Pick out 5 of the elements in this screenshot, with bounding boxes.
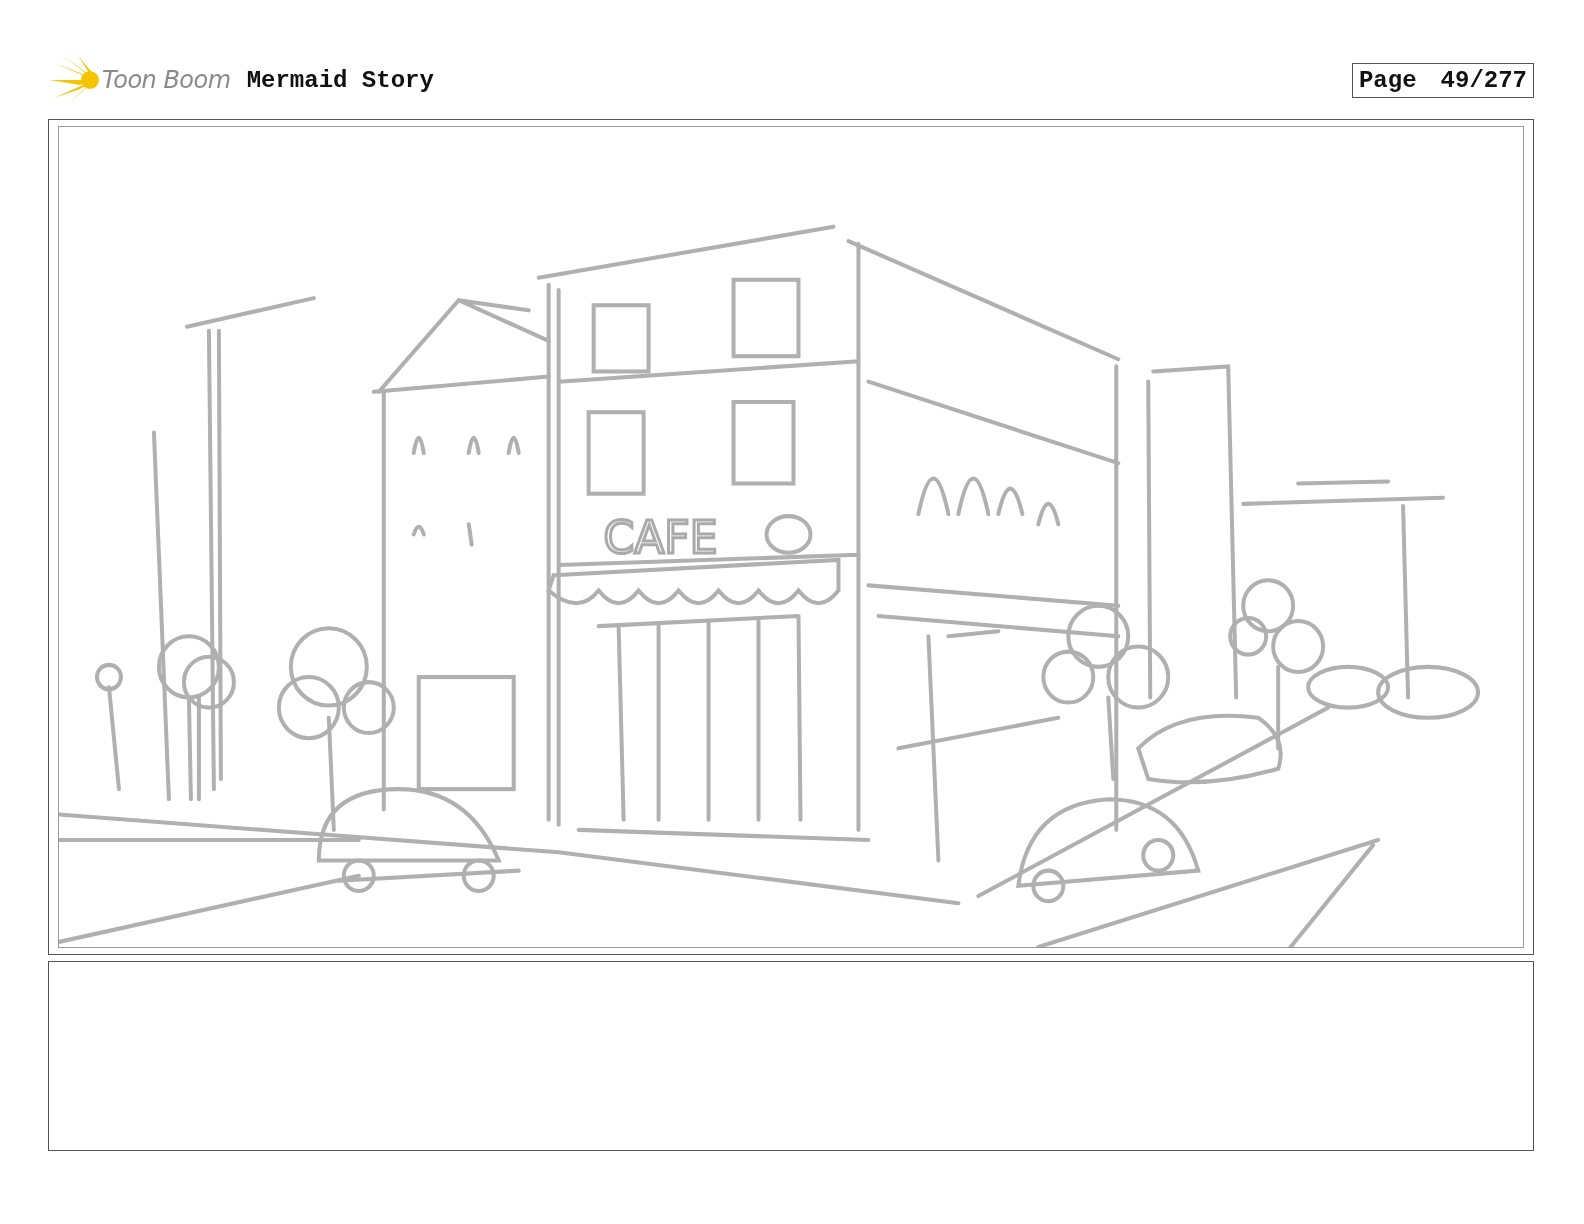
page-label: Page [1358, 66, 1417, 94]
logo-text: Toon Boom [102, 66, 231, 94]
document-title: Mermaid Story [246, 66, 434, 94]
cafe-sign-text: CAFE [603, 511, 718, 563]
page-number: 49/277 [1440, 66, 1527, 94]
